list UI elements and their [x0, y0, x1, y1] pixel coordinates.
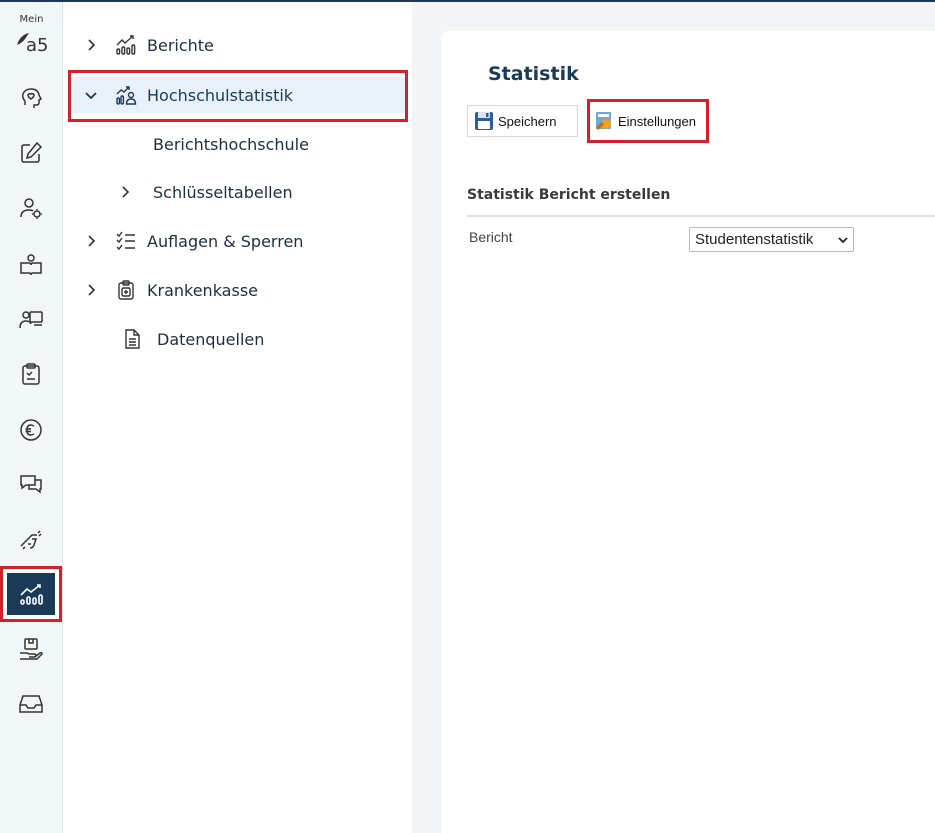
page-title: Statistik — [488, 63, 579, 85]
logo-text: a5 — [26, 35, 48, 56]
floppy-disk-icon — [475, 112, 493, 130]
euro-icon[interactable] — [13, 412, 49, 448]
mein-a5-logo[interactable]: a5 — [12, 27, 52, 57]
tree-item-label: Auflagen & Sperren — [147, 231, 304, 251]
chevron-down-icon[interactable] — [81, 85, 101, 105]
chat-icon[interactable] — [13, 466, 49, 502]
tree-item-datenquellen[interactable]: Datenquellen — [119, 321, 401, 357]
clipboard-check-icon[interactable] — [13, 356, 49, 392]
chevron-right-icon[interactable] — [81, 231, 101, 251]
tree-item-label: Krankenkasse — [147, 280, 258, 300]
teacher-board-icon[interactable] — [13, 301, 49, 337]
medical-clipboard-icon — [113, 277, 139, 303]
bericht-select-value: Studentenstatistik — [695, 231, 814, 248]
tree-item-label: Datenquellen — [157, 329, 265, 349]
section-divider — [467, 215, 935, 217]
bericht-label: Bericht — [469, 229, 513, 245]
settings-wrench-icon — [595, 112, 611, 131]
navigation-tree: Berichte Hochschulstatistik Berichtshoch… — [63, 2, 412, 833]
statistics-nav-active[interactable] — [0, 566, 62, 622]
mein-label: Mein — [19, 14, 44, 25]
tree-item-berichtshochschule[interactable]: Berichtshochschule — [153, 126, 403, 162]
tree-item-berichte[interactable]: Berichte — [81, 27, 401, 63]
tree-item-label: Berichte — [147, 35, 214, 55]
save-button-label: Speichern — [498, 113, 557, 129]
document-icon — [119, 326, 145, 352]
section-title: Statistik Bericht erstellen — [467, 187, 671, 203]
chevron-right-icon[interactable] — [81, 280, 101, 300]
chevron-right-icon[interactable] — [115, 182, 135, 202]
save-button[interactable]: Speichern — [467, 105, 578, 137]
settings-button-label: Einstellungen — [617, 113, 696, 129]
checklist-icon — [113, 228, 139, 254]
edit-icon[interactable] — [13, 135, 49, 171]
tree-item-label: Berichtshochschule — [153, 134, 309, 154]
chevron-right-icon[interactable] — [81, 35, 101, 55]
book-user-icon[interactable] — [13, 246, 49, 282]
tree-item-schluesseltabellen[interactable]: Schlüsseltabellen — [115, 174, 403, 210]
handshake-icon[interactable] — [13, 522, 49, 558]
head-icon[interactable] — [13, 80, 49, 116]
tree-item-krankenkasse[interactable]: Krankenkasse — [81, 272, 401, 308]
user-settings-icon[interactable] — [13, 190, 49, 226]
content-panel: Statistik Speichern Einstellungen Statis… — [441, 31, 935, 833]
settings-button[interactable]: Einstellungen — [592, 105, 704, 137]
bericht-select[interactable]: Studentenstatistik — [689, 227, 854, 252]
hand-box-icon[interactable] — [13, 631, 49, 667]
chart-icon — [113, 32, 139, 58]
chart-user-icon — [113, 82, 139, 108]
tree-item-hochschulstatistik[interactable]: Hochschulstatistik — [73, 77, 405, 113]
tree-item-label: Schlüsseltabellen — [153, 182, 293, 202]
icon-rail: Mein a5 — [0, 2, 63, 833]
statistics-icon — [7, 573, 55, 615]
tree-item-label: Hochschulstatistik — [147, 85, 294, 105]
tree-item-auflagen-sperren[interactable]: Auflagen & Sperren — [81, 223, 401, 259]
chevron-down-icon — [838, 237, 848, 244]
inbox-icon[interactable] — [13, 686, 49, 722]
